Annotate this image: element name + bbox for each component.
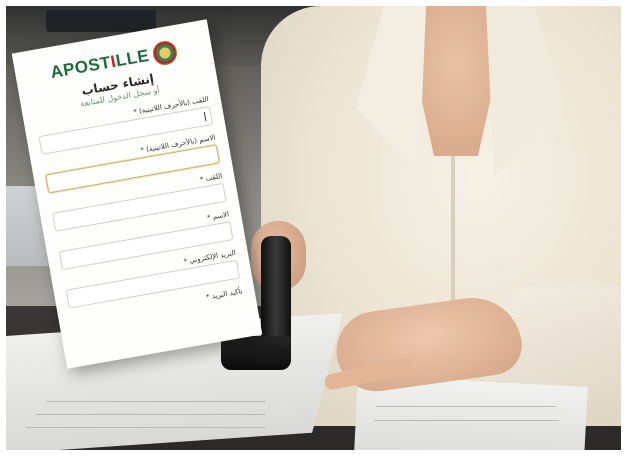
paper-text-line [36,414,266,415]
paper-text-line [46,401,266,402]
stamp-base [221,336,291,370]
form-content: APOSTILLE إنشاء حساب أو سجل الدخول للمتا… [26,35,243,325]
paper-text-line [374,420,559,421]
text-caret [203,111,207,122]
stamp-handle [261,236,291,351]
apostille-seal-icon [150,39,179,67]
paper-text-line [376,406,556,407]
paper-text-line [26,427,266,428]
background-monitor [46,10,156,32]
